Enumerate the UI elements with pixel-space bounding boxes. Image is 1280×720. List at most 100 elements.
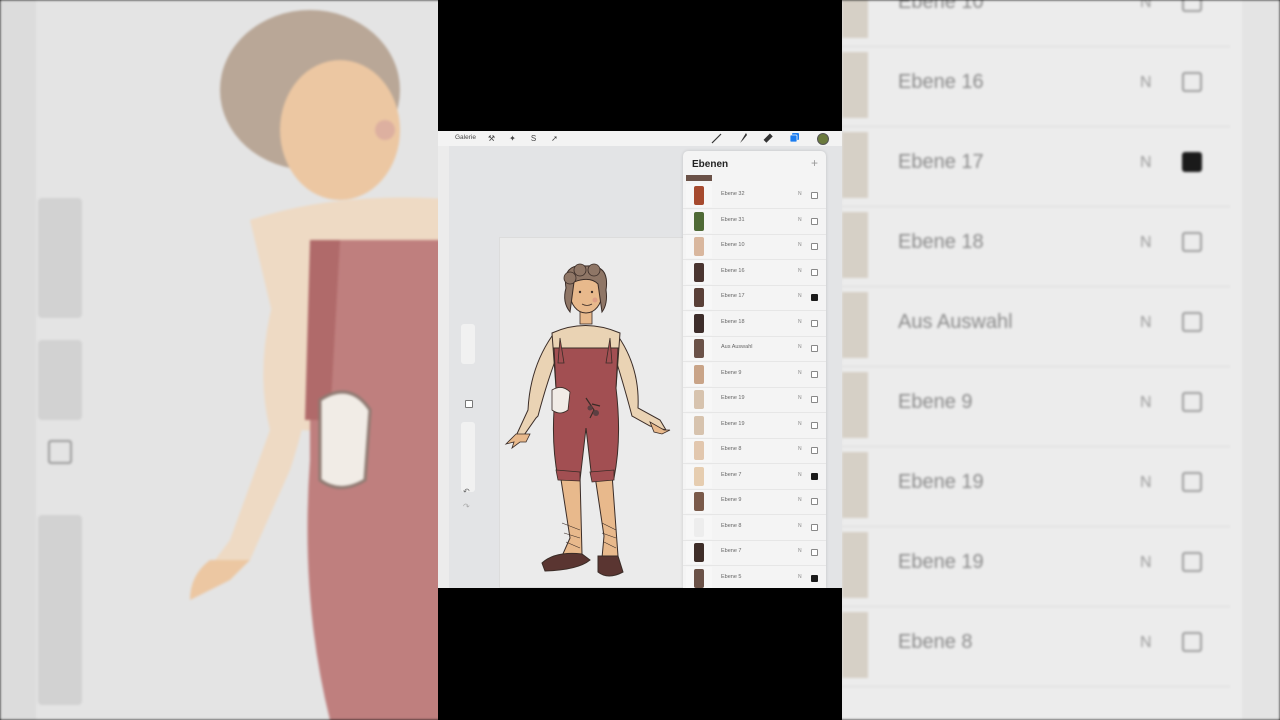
- layer-thumbnail-art: [694, 517, 704, 537]
- layer-name: Ebene 17: [721, 293, 745, 299]
- layer-row[interactable]: Ebene 18 N: [683, 311, 826, 337]
- layer-visibility-checkbox[interactable]: [811, 421, 818, 429]
- layer-thumbnail: [686, 515, 712, 539]
- smudge-icon[interactable]: [737, 132, 748, 144]
- layers-icon[interactable]: [789, 132, 800, 144]
- layer-blend-mode[interactable]: N: [798, 293, 802, 299]
- layer-row[interactable]: Ebene 19 N: [683, 387, 826, 413]
- layer-blend-mode[interactable]: N: [798, 523, 802, 529]
- layer-name: Ebene 10: [721, 242, 745, 248]
- layer-thumbnail-art: [694, 364, 704, 384]
- layer-visibility-checkbox[interactable]: [811, 243, 818, 250]
- layer-row[interactable]: Ebene 7 N: [683, 464, 826, 490]
- layer-thumbnail-art: [694, 390, 704, 409]
- background-layer-row: Ebene 9N: [842, 366, 1230, 447]
- layer-row[interactable]: Ebene 10 N: [683, 234, 826, 260]
- layer-name: Ebene 16: [721, 267, 745, 274]
- background-size-slider: [38, 198, 82, 318]
- layer-row[interactable]: Ebene 8 N: [683, 438, 826, 464]
- layer-blend-mode[interactable]: N: [798, 446, 802, 452]
- layer-thumbnail-art: [694, 415, 704, 435]
- brush-icon[interactable]: [711, 133, 722, 144]
- selection-icon[interactable]: S: [528, 133, 539, 144]
- layer-visibility-checkbox[interactable]: [811, 523, 818, 531]
- layer-row[interactable]: Ebene 16 N: [683, 260, 826, 286]
- opacity-slider[interactable]: [461, 422, 475, 492]
- layer-visibility-checkbox[interactable]: [811, 370, 818, 378]
- layer-blend-mode[interactable]: N: [798, 319, 802, 325]
- layer-thumbnail: [686, 388, 712, 411]
- color-picker-swatch[interactable]: [817, 133, 829, 145]
- layers-panel: Ebenen + Ebene 32 N Ebene 31 N Ebene 10 N Eben…: [683, 151, 826, 588]
- layer-name: Ebene 18: [721, 318, 745, 325]
- layer-visibility-checkbox[interactable]: [811, 268, 818, 276]
- layer-visibility-checkbox[interactable]: [811, 498, 818, 505]
- layer-thumbnail-art: [694, 339, 704, 358]
- artboard[interactable]: [499, 237, 684, 588]
- layer-visibility-checkbox[interactable]: [811, 217, 818, 225]
- eraser-icon[interactable]: [763, 133, 774, 144]
- layer-blend-mode[interactable]: N: [798, 370, 802, 376]
- transform-arrow-icon[interactable]: ➚: [549, 133, 560, 144]
- layer-name: Ebene 19: [721, 420, 745, 427]
- layer-visibility-checkbox[interactable]: [811, 319, 818, 327]
- background-layer-row: Ebene 10 N: [842, 0, 1230, 47]
- gallery-button[interactable]: Galerie: [455, 134, 476, 141]
- layer-name: Aus Auswahl: [721, 344, 753, 350]
- layer-thumbnail-art: [694, 568, 704, 588]
- layer-visibility-checkbox[interactable]: [811, 396, 818, 403]
- layer-blend-mode[interactable]: N: [798, 268, 802, 274]
- layer-thumbnail: [686, 566, 712, 588]
- letterbox-top: [438, 0, 842, 131]
- layer-row[interactable]: Aus Auswahl N: [683, 336, 826, 362]
- layer-row[interactable]: Ebene 17 N: [683, 285, 826, 311]
- layer-blend-mode[interactable]: N: [798, 497, 802, 503]
- layer-visibility-checkbox[interactable]: [811, 447, 818, 454]
- wrench-icon[interactable]: ⚒: [486, 133, 497, 144]
- layer-blend-mode[interactable]: N: [798, 395, 802, 401]
- layer-thumbnail: [686, 490, 712, 513]
- background-layer-row: Aus Auswahl N: [842, 286, 1230, 367]
- layer-row[interactable]: Ebene 5 N: [683, 566, 826, 588]
- layer-blend-mode[interactable]: N: [798, 217, 802, 223]
- layer-blend-mode[interactable]: N: [798, 344, 802, 350]
- layer-thumbnail-partial: [686, 175, 712, 181]
- modify-button[interactable]: [465, 400, 473, 408]
- layer-row[interactable]: Ebene 32 N: [683, 183, 826, 209]
- layer-blend-mode[interactable]: N: [798, 421, 802, 427]
- layer-row[interactable]: Ebene 19 N: [683, 413, 826, 439]
- layer-thumbnail-art: [694, 211, 704, 231]
- layer-blend-mode[interactable]: N: [798, 574, 802, 580]
- top-toolbar: Galerie ⚒ ✦ S ➚: [438, 131, 842, 146]
- layer-thumbnail: [686, 260, 712, 284]
- layer-visibility-checkbox[interactable]: [811, 472, 818, 480]
- layer-name: Ebene 8: [721, 522, 742, 529]
- layer-row[interactable]: Ebene 8 N: [683, 515, 826, 541]
- layer-visibility-checkbox[interactable]: [811, 574, 818, 582]
- layer-blend-mode[interactable]: N: [798, 548, 802, 554]
- layer-row[interactable]: Ebene 9 N: [683, 362, 826, 388]
- layer-visibility-checkbox[interactable]: [811, 549, 818, 556]
- layer-thumbnail-art: [694, 441, 704, 460]
- layer-thumbnail-art: [694, 237, 704, 256]
- layer-thumbnail-art: [694, 288, 704, 307]
- layer-row[interactable]: Ebene 31 N: [683, 209, 826, 235]
- layer-row[interactable]: Ebene 9 N: [683, 489, 826, 515]
- layer-row[interactable]: Ebene 7 N: [683, 540, 826, 566]
- layer-blend-mode[interactable]: N: [798, 191, 802, 197]
- layer-thumbnail: [686, 311, 712, 335]
- layer-visibility-checkbox[interactable]: [811, 345, 818, 352]
- magic-wand-icon[interactable]: ✦: [507, 133, 518, 144]
- layer-visibility-checkbox[interactable]: [811, 192, 818, 199]
- redo-icon[interactable]: ↷: [463, 502, 470, 511]
- layer-blend-mode[interactable]: N: [798, 242, 802, 248]
- background-opacity-slider: [38, 340, 82, 420]
- undo-icon[interactable]: ↶: [463, 487, 470, 496]
- brush-size-slider[interactable]: [461, 324, 475, 364]
- layer-blend-mode[interactable]: N: [798, 472, 802, 478]
- layer-visibility-checkbox[interactable]: [811, 294, 818, 301]
- layer-thumbnail: [686, 464, 712, 488]
- add-layer-button[interactable]: +: [811, 156, 818, 170]
- layer-name: Ebene 9: [721, 497, 742, 503]
- layer-name: Ebene 7: [721, 471, 742, 478]
